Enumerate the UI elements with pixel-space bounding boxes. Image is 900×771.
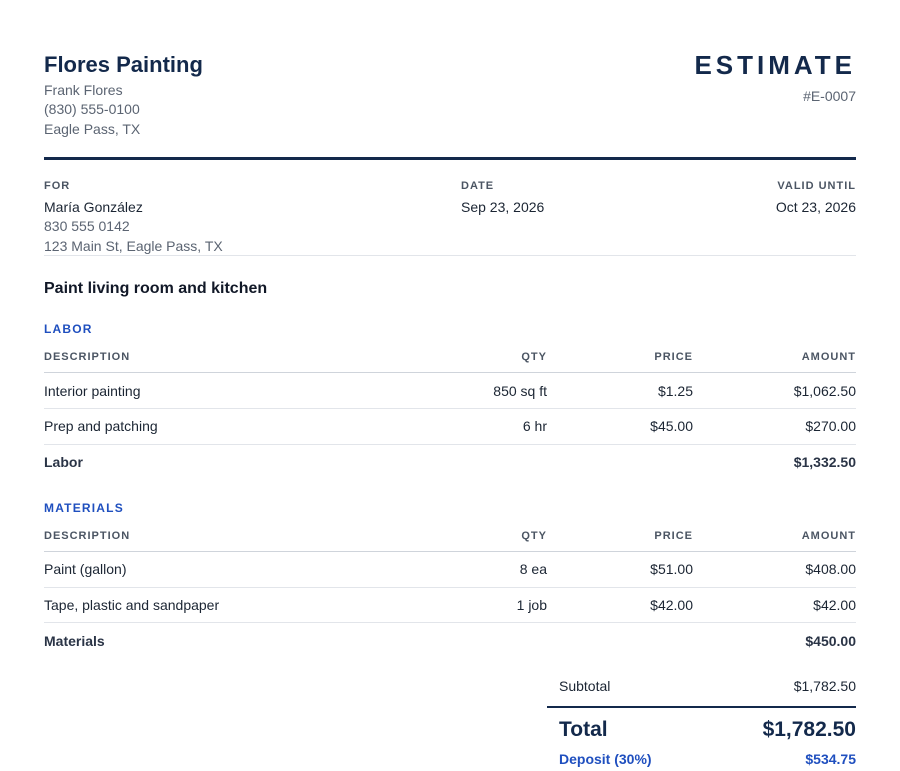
business-owner: Frank Flores	[44, 82, 123, 98]
subtotal-value: $1,782.50	[793, 678, 856, 694]
row-divider	[44, 622, 856, 623]
row-description: Interior painting	[44, 383, 141, 399]
client-phone: 830 555 0142	[44, 218, 130, 234]
row-amount: $270.00	[805, 418, 856, 434]
subtotal-label: Subtotal	[559, 678, 611, 694]
row-divider	[44, 587, 856, 588]
column-header-qty: QTY	[521, 530, 547, 542]
row-qty: 6 hr	[522, 418, 547, 434]
row-amount: $408.00	[805, 561, 856, 577]
section-title-labor: LABOR	[44, 322, 93, 336]
row-description: Paint (gallon)	[44, 561, 127, 577]
row-price: $42.00	[650, 597, 693, 613]
row-price: $1.25	[657, 383, 693, 399]
table-header-divider	[44, 372, 856, 373]
client-address: 123 Main St, Eagle Pass, TX	[44, 238, 223, 254]
column-header-description: DESCRIPTION	[44, 351, 131, 363]
business-name: Flores Painting	[44, 52, 203, 77]
row-qty: 8 ea	[519, 561, 547, 577]
row-description: Tape, plastic and sandpaper	[44, 597, 220, 613]
section-subtotal-label: Materials	[44, 633, 105, 649]
date-label: DATE	[461, 180, 495, 192]
total-value: $1,782.50	[762, 718, 856, 741]
document-number: #E-0007	[803, 88, 856, 104]
for-label: FOR	[44, 180, 71, 192]
column-header-qty: QTY	[521, 351, 547, 363]
row-qty: 850 sq ft	[493, 383, 547, 399]
section-subtotal-label: Labor	[44, 454, 83, 470]
table-header-divider	[44, 551, 856, 552]
column-header-price: PRICE	[654, 530, 693, 542]
row-divider	[44, 444, 856, 445]
column-header-amount: AMOUNT	[801, 530, 856, 542]
row-divider	[44, 408, 856, 409]
business-phone: (830) 555-0100	[44, 101, 140, 117]
row-amount: $1,062.50	[793, 383, 856, 399]
total-divider	[547, 706, 856, 708]
client-name: María González	[44, 199, 143, 215]
valid-until-value: Oct 23, 2026	[775, 199, 856, 215]
valid-until-label: VALID UNTIL	[777, 180, 856, 192]
document-title: ESTIMATE	[694, 50, 856, 80]
row-qty: 1 job	[516, 597, 547, 613]
row-price: $51.00	[650, 561, 693, 577]
column-header-description: DESCRIPTION	[44, 530, 131, 542]
row-price: $45.00	[650, 418, 693, 434]
business-location: Eagle Pass, TX	[44, 121, 141, 137]
meta-divider	[44, 255, 856, 256]
estimate-document: Flores Painting Frank Flores (830) 555-0…	[44, 0, 856, 771]
header-divider	[44, 157, 856, 160]
column-header-price: PRICE	[654, 351, 693, 363]
deposit-label: Deposit (30%)	[559, 751, 652, 767]
row-amount: $42.00	[813, 597, 856, 613]
section-title-materials: MATERIALS	[44, 501, 124, 515]
column-header-amount: AMOUNT	[801, 351, 856, 363]
section-subtotal-value: $450.00	[805, 633, 856, 649]
deposit-value: $534.75	[805, 751, 856, 767]
job-title: Paint living room and kitchen	[44, 280, 268, 297]
row-description: Prep and patching	[44, 418, 158, 434]
total-label: Total	[559, 718, 608, 741]
date-value: Sep 23, 2026	[461, 199, 545, 215]
section-subtotal-value: $1,332.50	[793, 454, 856, 470]
